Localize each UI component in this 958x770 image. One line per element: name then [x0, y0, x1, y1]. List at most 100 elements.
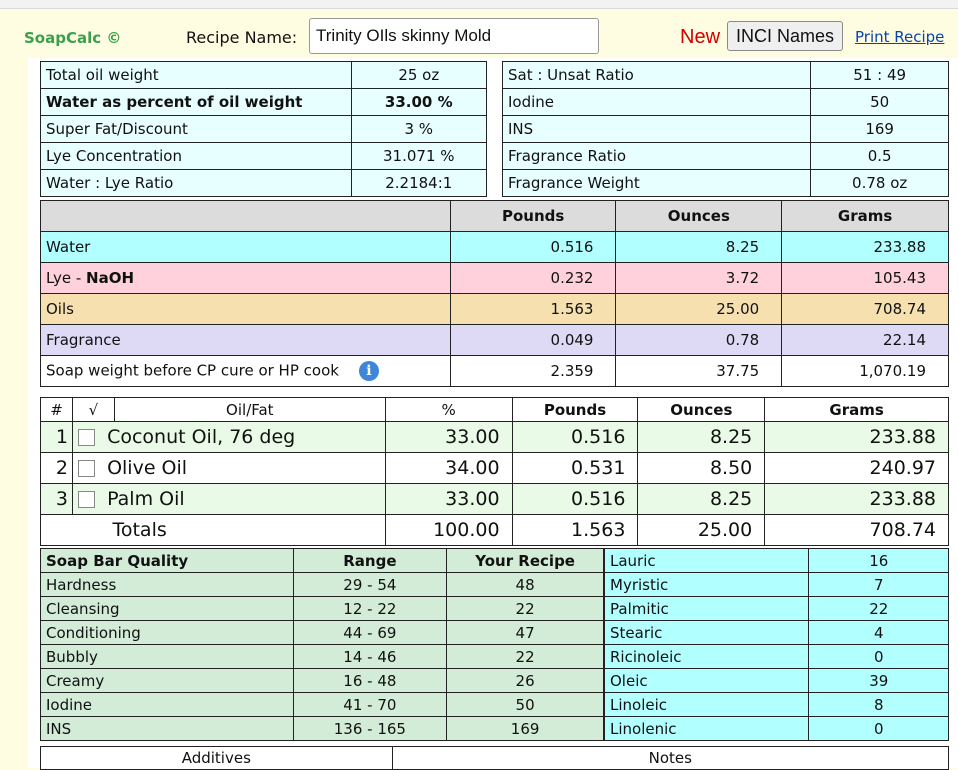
quality-header-name: Soap Bar Quality [40, 548, 294, 573]
fatty-acid-name: Linoleic [603, 692, 810, 717]
oil-row: 3 Palm Oil 33.00 0.516 8.25 233.88 [40, 483, 949, 515]
oil-grams: 240.97 [764, 452, 949, 484]
print-recipe-link[interactable]: Print Recipe [855, 28, 944, 46]
quality-name: Conditioning [40, 620, 294, 645]
oil-percent: 34.00 [384, 452, 513, 484]
summary-row: Super Fat/Discount 3 % [40, 115, 488, 143]
quality-range: 12 - 22 [292, 596, 448, 621]
weights-row-oils: Oils 1.563 25.00 708.74 [40, 293, 949, 325]
summary-label: Lye Concentration [40, 142, 352, 170]
summary-label: Fragrance Weight [501, 169, 812, 197]
oils-header-ounces: Ounces [637, 397, 766, 422]
weights-grams: 708.74 [781, 293, 949, 325]
fatty-acid-value: 0 [808, 644, 949, 669]
additives-notes-row: Additives Notes [40, 746, 950, 770]
info-icon[interactable]: i [358, 361, 379, 381]
brand-logo[interactable]: SoapCalc © [24, 29, 121, 47]
fatty-acid-row: Linoleic 8 [603, 692, 949, 717]
quality-row: Cleansing 12 - 22 22 [40, 596, 604, 621]
fatty-acid-row: Stearic 4 [603, 620, 949, 645]
quality-range: 29 - 54 [292, 572, 448, 597]
recipe-name-input[interactable] [309, 18, 599, 54]
quality-range: 44 - 69 [292, 620, 448, 645]
weights-grams: 1,070.19 [781, 355, 949, 387]
summary-value: 169 [810, 115, 949, 143]
oil-grams: 233.88 [764, 421, 949, 453]
oil-ounces: 8.50 [637, 452, 766, 484]
weights-header-ounces: Ounces [615, 200, 783, 232]
summary-value: 25 oz [350, 61, 488, 89]
totals-pounds: 1.563 [511, 514, 639, 546]
weights-row-fragrance: Fragrance 0.049 0.78 22.14 [40, 324, 949, 356]
weights-pounds: 1.563 [449, 293, 617, 325]
summary-row: Fragrance Weight 0.78 oz [501, 169, 949, 197]
summary-value: 33.00 % [350, 88, 488, 116]
additives-header: Additives [40, 746, 393, 770]
weights-grams: 105.43 [781, 262, 949, 294]
fatty-acid-name: Linolenic [603, 716, 810, 741]
oil-name-cell: Coconut Oil, 76 deg [71, 421, 386, 453]
summary-label: Fragrance Ratio [501, 142, 812, 170]
ratio-summary-table: Sat : Unsat Ratio 51 : 49 Iodine 50 INS 169… [501, 61, 949, 197]
lye-label-prefix: Lye - [46, 269, 87, 287]
quality-value: 22 [446, 596, 604, 621]
totals-grams: 708.74 [764, 514, 949, 546]
fatty-acid-name: Stearic [603, 620, 810, 645]
quality-name: Creamy [40, 668, 294, 693]
oils-header-grams: Grams [764, 397, 949, 422]
weights-label: Fragrance [40, 324, 451, 356]
fatty-acid-name: Lauric [603, 548, 810, 573]
quality-header-value: Your Recipe [446, 548, 604, 573]
weights-header-pounds: Pounds [449, 200, 617, 232]
soap-weight-label: Soap weight before CP cure or HP cook [46, 361, 339, 380]
oils-totals-row: Totals 100.00 1.563 25.00 708.74 [40, 514, 949, 546]
oil-number: 1 [40, 421, 73, 453]
oil-checkbox[interactable] [77, 429, 95, 446]
totals-ounces: 25.00 [637, 514, 766, 546]
quality-value: 48 [446, 572, 604, 597]
lye-type-label: NaOH [86, 269, 135, 287]
weights-pounds: 0.232 [449, 262, 617, 294]
oil-percent: 33.00 [384, 483, 513, 515]
oils-header-check: √ [71, 397, 115, 422]
weights-grams: 22.14 [781, 324, 949, 356]
weights-grams: 233.88 [781, 231, 949, 263]
summary-label: Iodine [501, 88, 812, 116]
summary-value: 51 : 49 [810, 61, 949, 89]
summary-row: Total oil weight 25 oz [40, 61, 488, 89]
quality-name: Bubbly [40, 644, 294, 669]
inci-names-button[interactable]: INCI Names [727, 21, 843, 51]
summary-value: 50 [810, 88, 949, 116]
top-border [0, 0, 958, 9]
fatty-acid-row: Myristic 7 [603, 572, 949, 597]
fatty-acid-value: 7 [808, 572, 949, 597]
oil-checkbox[interactable] [77, 460, 95, 477]
weights-row-water: Water 0.516 8.25 233.88 [40, 231, 949, 263]
oils-table: # √ Oil/Fat % Pounds Ounces Grams 1 Coco… [40, 397, 949, 546]
oils-header-pct: % [384, 397, 513, 422]
weights-pounds: 0.049 [449, 324, 617, 356]
new-recipe-link[interactable]: New [680, 26, 720, 49]
fatty-acid-value: 8 [808, 692, 949, 717]
weights-label: Oils [40, 293, 451, 325]
fatty-acid-table: Lauric 16 Myristic 7 Palmitic 22 Stearic 4 R… [603, 548, 949, 741]
fatty-acid-value: 39 [808, 668, 949, 693]
quality-name: Cleansing [40, 596, 294, 621]
quality-header-row: Soap Bar Quality Range Your Recipe [40, 548, 604, 573]
oil-row: 2 Olive Oil 34.00 0.531 8.50 240.97 [40, 452, 949, 484]
oil-pounds: 0.516 [511, 483, 639, 515]
weights-ounces: 37.75 [615, 355, 783, 387]
quality-header-range: Range [292, 548, 448, 573]
oil-name-cell: Olive Oil [71, 452, 386, 484]
recipe-name-label: Recipe Name: [186, 28, 298, 47]
fatty-acid-value: 4 [808, 620, 949, 645]
oil-ounces: 8.25 [637, 421, 766, 453]
oils-header-name: Oil/Fat [113, 397, 386, 422]
weights-label: Lye - NaOH [40, 262, 451, 294]
quality-value: 169 [446, 716, 604, 741]
quality-value: 26 [446, 668, 604, 693]
oil-checkbox[interactable] [77, 491, 95, 508]
oils-header-pounds: Pounds [511, 397, 639, 422]
fatty-acid-name: Palmitic [603, 596, 810, 621]
summary-value: 2.2184:1 [350, 169, 488, 197]
